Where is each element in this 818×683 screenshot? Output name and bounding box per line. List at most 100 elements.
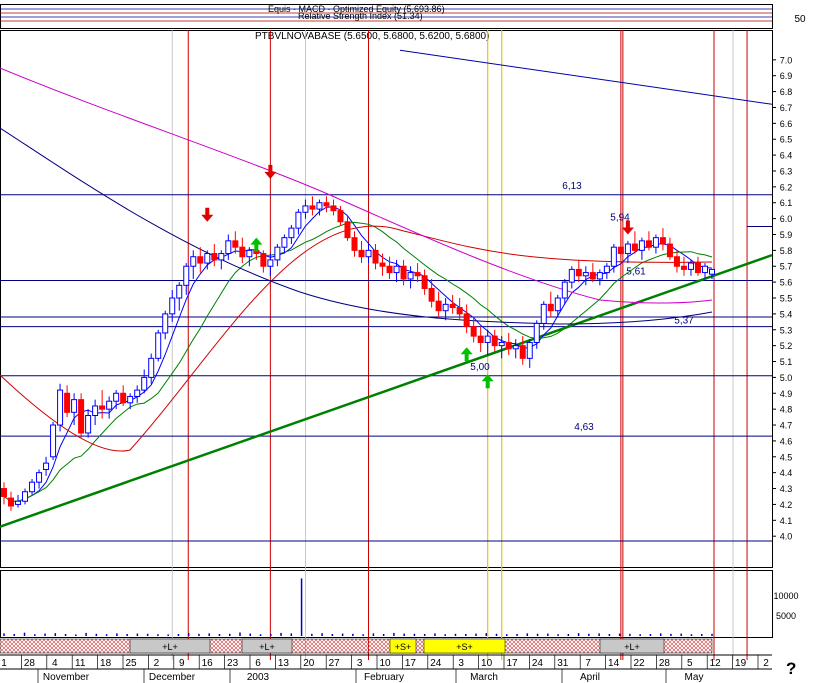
candle-body xyxy=(323,202,330,207)
candle-body xyxy=(603,265,610,274)
candle-body xyxy=(302,205,309,213)
candle-body xyxy=(36,472,43,483)
x-day-label: 13 xyxy=(278,658,290,669)
candle-body xyxy=(547,303,554,312)
price-tick-label: 4.9 xyxy=(780,389,793,399)
x-day-label: 1 xyxy=(1,658,7,669)
price-tick-label: 4.8 xyxy=(780,405,793,415)
x-day-label: 6 xyxy=(255,658,261,669)
candle-body xyxy=(645,240,652,248)
x-day-label: 12 xyxy=(710,658,722,669)
candle-body xyxy=(99,405,106,410)
candle-body xyxy=(449,303,456,309)
candle-body xyxy=(666,243,673,258)
candle-body xyxy=(183,265,190,286)
price-series-label: PTBVLNOVABASE (5.6500, 5.6800, 5.6200, 5… xyxy=(255,31,489,42)
candle-body xyxy=(120,392,127,404)
candle-body xyxy=(610,246,617,267)
candle-body xyxy=(274,246,281,261)
candle-body xyxy=(43,462,50,470)
price-tick-label: 6.6 xyxy=(780,119,793,129)
candle-body xyxy=(50,424,57,458)
candle-body xyxy=(316,202,323,210)
candle-body xyxy=(267,259,274,267)
candle-body xyxy=(617,246,624,255)
x-day-label: 11 xyxy=(75,658,86,669)
price-tick-label: 5.4 xyxy=(780,309,793,319)
support-label: 5,00 xyxy=(470,362,490,373)
candle-body xyxy=(113,392,120,402)
price-tick-label: 7.0 xyxy=(780,55,793,65)
candle-body xyxy=(484,335,491,343)
candle-body xyxy=(204,253,211,264)
candle-body xyxy=(372,249,379,264)
candle-body xyxy=(15,500,22,505)
background xyxy=(0,0,818,683)
help-icon[interactable]: ? xyxy=(786,659,796,679)
price-tick-label: 4.0 xyxy=(780,532,793,542)
candle-body xyxy=(218,253,225,261)
x-month-label: 2003 xyxy=(247,672,270,683)
candle-body xyxy=(64,392,71,413)
price-tick-label: 6.4 xyxy=(780,151,793,161)
price-tick-label: 6.5 xyxy=(780,135,793,145)
candle-body xyxy=(232,240,239,248)
price-tick-label: 6.3 xyxy=(780,166,793,176)
price-tick-label: 4.4 xyxy=(780,468,793,478)
x-day-label: 20 xyxy=(303,658,315,669)
stock-chart[interactable]: Equis - MACD - Optimized Equity (5,693.8… xyxy=(0,0,818,683)
candle-body xyxy=(169,297,176,315)
candle-body xyxy=(155,332,162,359)
candle-body xyxy=(1,488,7,497)
x-day-label: 17 xyxy=(405,658,417,669)
candle-body xyxy=(330,205,337,212)
x-day-label: 16 xyxy=(202,658,214,669)
candle-body xyxy=(190,256,197,267)
x-day-label: 14 xyxy=(608,658,620,669)
volume-tick-label: 5000 xyxy=(776,611,796,621)
candle-body xyxy=(351,237,358,251)
candle-body xyxy=(281,237,288,248)
candle-body xyxy=(673,256,680,267)
x-day-label: 10 xyxy=(481,658,493,669)
price-tick-label: 5.3 xyxy=(780,325,793,335)
candle-body xyxy=(197,256,204,264)
candle-body xyxy=(561,281,568,299)
x-day-label: 7 xyxy=(585,658,591,669)
price-tick-label: 4.2 xyxy=(780,500,793,510)
candle-body xyxy=(631,243,638,251)
candle-body xyxy=(78,399,85,434)
candle-body xyxy=(694,262,701,274)
x-month-label: April xyxy=(580,672,600,683)
candle-body xyxy=(638,240,645,251)
support-label: 6,13 xyxy=(562,181,582,192)
signal-band-label: +L+ xyxy=(624,642,640,652)
candle-body xyxy=(491,335,498,347)
candle-body xyxy=(393,265,400,274)
candle-body xyxy=(498,341,505,347)
candle-body xyxy=(421,275,428,289)
x-day-label: 10 xyxy=(379,658,391,669)
x-day-label: 3 xyxy=(458,658,464,669)
x-day-label: 25 xyxy=(125,658,137,669)
price-tick-label: 6.2 xyxy=(780,182,793,192)
candle-body xyxy=(379,262,386,267)
price-tick-label: 5.5 xyxy=(780,294,793,304)
x-day-label: 2 xyxy=(154,658,160,669)
candle-body xyxy=(386,265,393,274)
price-tick-label: 6.7 xyxy=(780,103,793,113)
indicator-tick-50: 50 xyxy=(794,14,806,25)
candle-body xyxy=(134,389,141,397)
candle-body xyxy=(687,262,694,270)
candle-body xyxy=(246,249,253,258)
x-day-label: 18 xyxy=(100,658,112,669)
candle-body xyxy=(442,303,449,312)
candle-body xyxy=(512,345,519,350)
candle-body xyxy=(106,400,113,410)
candle-body xyxy=(554,297,561,312)
candle-body xyxy=(533,322,540,343)
x-day-label: 24 xyxy=(430,658,442,669)
x-day-label: 17 xyxy=(506,658,518,669)
price-tick-label: 6.1 xyxy=(780,198,793,208)
candle-body xyxy=(470,326,477,337)
